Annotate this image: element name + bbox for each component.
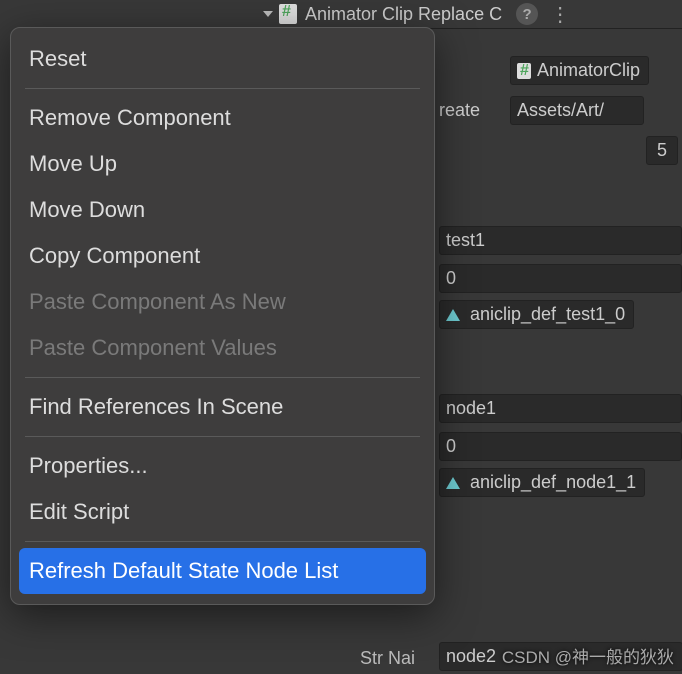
- create-label: reate: [439, 100, 480, 121]
- clip-field[interactable]: aniclip_def_node1_1: [439, 468, 645, 497]
- count-field[interactable]: 5: [646, 136, 678, 165]
- clip-field[interactable]: aniclip_def_test1_0: [439, 300, 634, 329]
- menu-paste-values: Paste Component Values: [11, 325, 434, 371]
- menu-separator: [25, 436, 420, 437]
- element-name-field[interactable]: node1: [439, 394, 682, 423]
- menu-move-down[interactable]: Move Down: [11, 187, 434, 233]
- element-num-field[interactable]: 0: [439, 264, 682, 293]
- menu-copy-component[interactable]: Copy Component: [11, 233, 434, 279]
- animation-clip-icon: [446, 309, 460, 321]
- menu-separator: [25, 377, 420, 378]
- watermark: CSDN @神一般的狄狄: [502, 643, 674, 668]
- context-menu: Reset Remove Component Move Up Move Down…: [10, 27, 435, 605]
- menu-remove-component[interactable]: Remove Component: [11, 95, 434, 141]
- component-title: Animator Clip Replace C: [305, 4, 502, 25]
- foldout-icon[interactable]: [263, 11, 273, 17]
- menu-find-references[interactable]: Find References In Scene: [11, 384, 434, 430]
- str-name-label: Str Nai: [360, 648, 415, 669]
- element-name-field[interactable]: test1: [439, 226, 682, 255]
- script-icon: [279, 4, 297, 24]
- create-path-field[interactable]: Assets/Art/: [510, 96, 644, 125]
- menu-dots-icon[interactable]: ⋮: [550, 2, 570, 27]
- menu-paste-as-new: Paste Component As New: [11, 279, 434, 325]
- menu-refresh-default-state-node-list[interactable]: Refresh Default State Node List: [19, 548, 426, 594]
- animation-clip-icon: [446, 477, 460, 489]
- element-num-field[interactable]: 0: [439, 432, 682, 461]
- script-field[interactable]: AnimatorClip: [510, 56, 649, 85]
- menu-separator: [25, 541, 420, 542]
- help-icon[interactable]: ?: [516, 3, 538, 25]
- script-name: AnimatorClip: [537, 60, 640, 81]
- component-header[interactable]: Animator Clip Replace C ? ⋮: [260, 0, 682, 29]
- menu-move-up[interactable]: Move Up: [11, 141, 434, 187]
- menu-separator: [25, 88, 420, 89]
- menu-edit-script[interactable]: Edit Script: [11, 489, 434, 535]
- menu-properties[interactable]: Properties...: [11, 443, 434, 489]
- menu-reset[interactable]: Reset: [11, 36, 434, 82]
- script-icon: [517, 63, 531, 79]
